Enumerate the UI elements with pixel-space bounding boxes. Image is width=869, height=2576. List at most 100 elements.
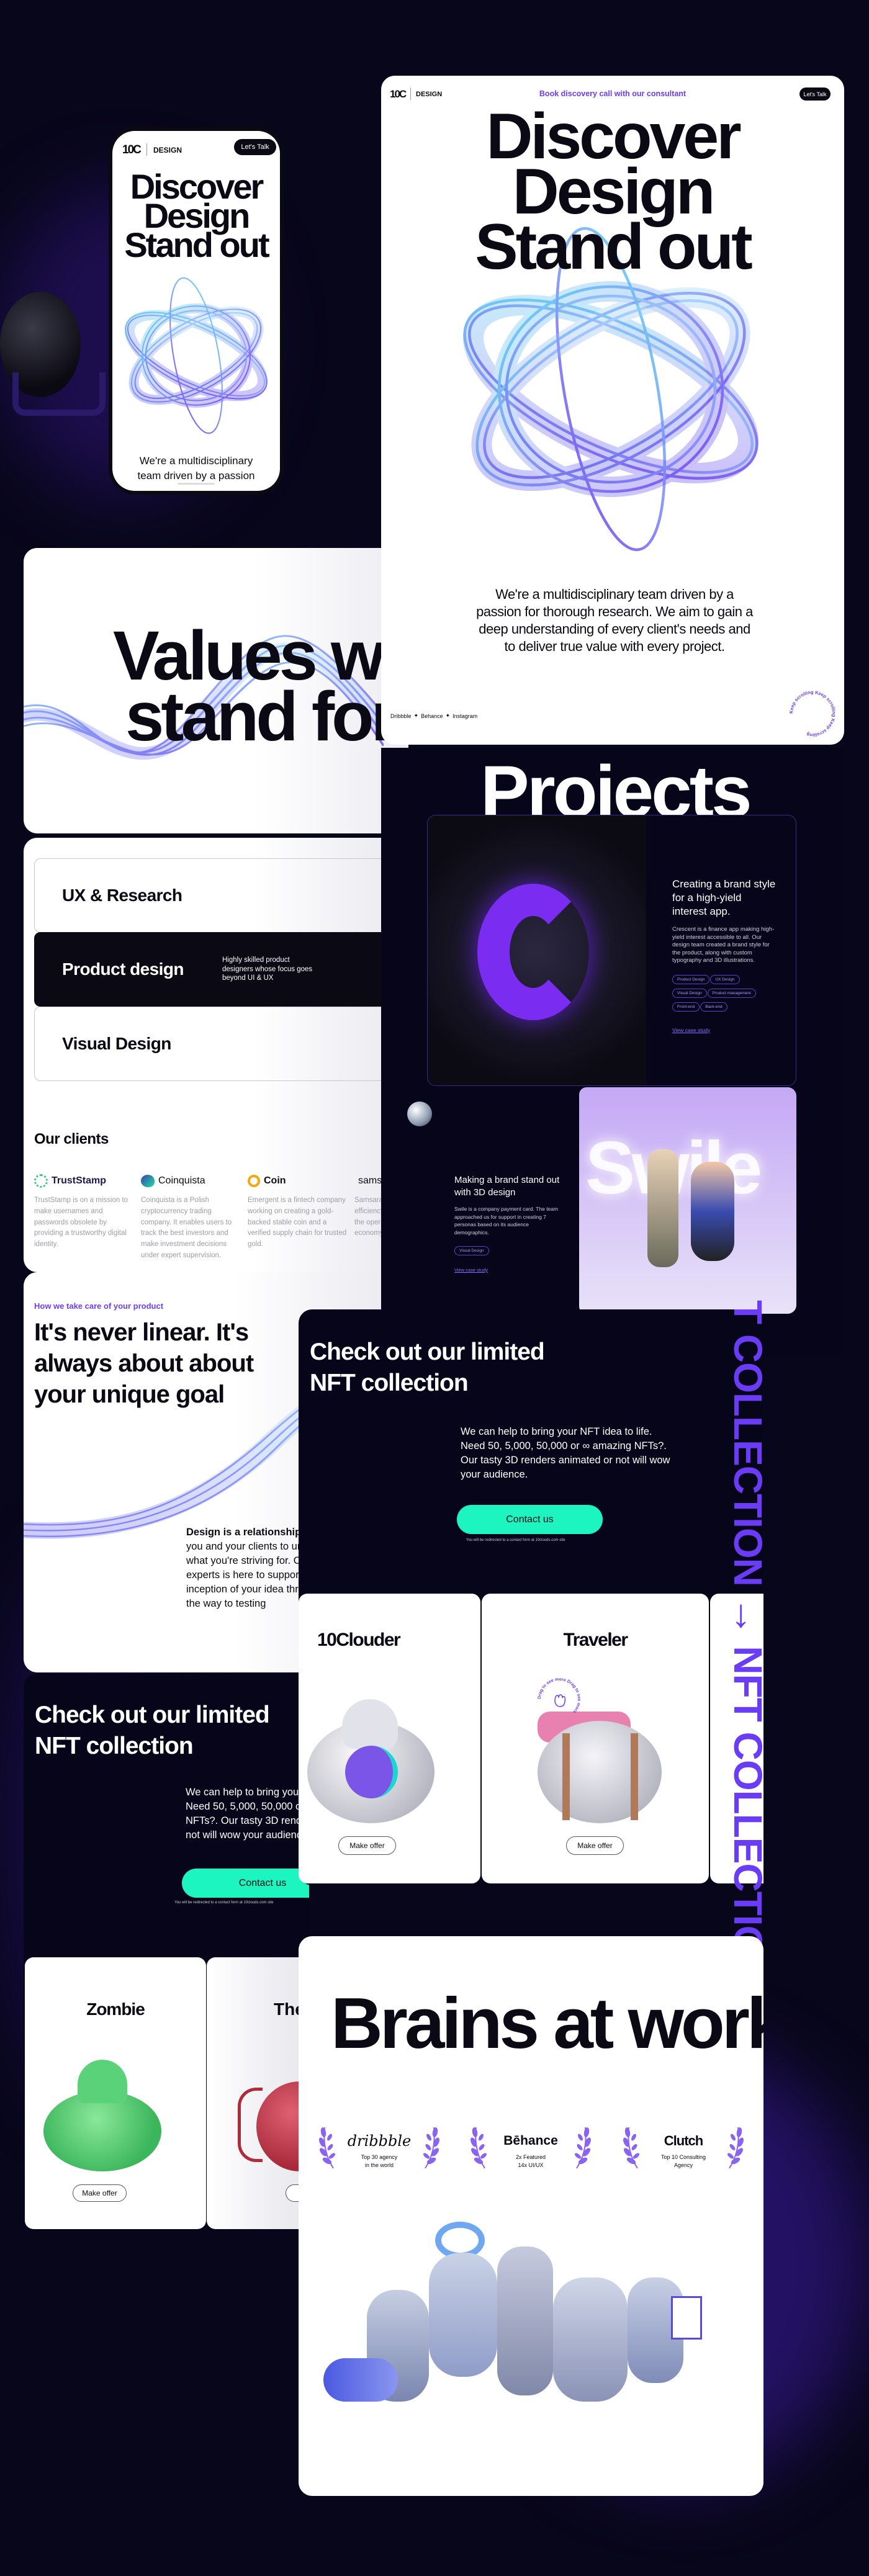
- hero-intro: We're a multidisciplinary team driven by…: [112, 454, 280, 483]
- nft-card-traveler[interactable]: Traveler Drag to see more Drag to see mo…: [482, 1594, 709, 1883]
- coinquista-logo-icon: [141, 1175, 155, 1187]
- book-discovery-call-link[interactable]: Book discovery call with our consultant: [381, 89, 844, 98]
- nft-body: We can help to bring your NFT idea to li…: [186, 1787, 309, 1841]
- nft-card-title: 10Clouder: [317, 1630, 401, 1650]
- hero-intro: We're a multidisciplinary team driven by…: [476, 586, 753, 654]
- contact-us-button[interactable]: Contact us: [182, 1869, 309, 1898]
- brand-label: DESIGN: [153, 146, 182, 155]
- nft-body: We can help to bring your NFT idea to li…: [461, 1426, 670, 1480]
- service-label: UX & Research: [62, 886, 182, 905]
- traveler-strap: [562, 1733, 570, 1820]
- truststamp-logo-icon: [34, 1174, 48, 1188]
- nft-card-zombie[interactable]: Zombie Make offer: [25, 1957, 206, 2229]
- easel-prop: [671, 2296, 702, 2340]
- project-description: Swile is a company payment card. The tea…: [454, 1206, 559, 1236]
- hero-headline: Discover Design Stand out: [112, 169, 280, 264]
- laurel-right-icon: [727, 2126, 745, 2170]
- project-tag: UX Design: [710, 974, 740, 984]
- headline-line: Stand out: [475, 211, 752, 283]
- service-label: Product design: [62, 959, 184, 979]
- nft-card-10clouder[interactable]: 10Clouder Make offer: [299, 1594, 480, 1883]
- nft-collection-marquee: T COLLECTION → NFT COLLECTION: [727, 1300, 763, 1958]
- make-offer-button[interactable]: Make offer: [338, 1836, 396, 1855]
- brains-section: Brains at work: [299, 1936, 763, 2496]
- values-headline: Values we stand for: [113, 621, 408, 755]
- project-tag: Back-end: [700, 1002, 727, 1012]
- service-item-ux-research[interactable]: UX & Research: [34, 858, 419, 933]
- client-description: Emergent is a fintech company working on…: [248, 1196, 347, 1249]
- crescent-c-logo: [477, 884, 589, 1020]
- nft-headline: Check out our limited NFT collection: [35, 1702, 270, 1759]
- coin-logo-icon: [248, 1175, 260, 1187]
- instagram-link[interactable]: Instagram: [453, 713, 477, 719]
- view-case-study-link[interactable]: View case study: [454, 1267, 560, 1273]
- character: [553, 2278, 628, 2402]
- 10clouder-head: [342, 1699, 398, 1749]
- character: [497, 2246, 553, 2395]
- client-description: Coinquista is a Polish cryptocurrency tr…: [141, 1196, 232, 1260]
- project-tag: Visual Design: [454, 1246, 489, 1255]
- lets-talk-button[interactable]: Let's Talk: [234, 139, 276, 155]
- project-card-crescent[interactable]: Creating a brand style for a high-yield …: [427, 815, 796, 1086]
- cannon-prop: [323, 2358, 398, 2402]
- project-tag: Product Design: [672, 974, 710, 984]
- drag-to-see-more-cursor[interactable]: Drag to see more Drag to see more: [534, 1674, 584, 1724]
- behance-link[interactable]: Behance: [421, 713, 443, 719]
- client-description: TrustStamp is on a mission to make usern…: [34, 1196, 128, 1249]
- swile-project-image: Swile: [579, 1087, 796, 1314]
- intro-line: team driven by a passion: [137, 470, 255, 482]
- laurel-right-icon: [574, 2126, 593, 2170]
- lets-talk-button[interactable]: Let's Talk: [799, 88, 831, 101]
- persona-figure: [647, 1149, 678, 1267]
- client-name: TrustStamp: [52, 1175, 107, 1186]
- laurel-left-icon: [621, 2126, 640, 2170]
- headline-line: stand for: [125, 678, 398, 755]
- project-title: Creating a brand style for a high-yield …: [672, 878, 776, 917]
- team-illustration: [299, 2209, 763, 2495]
- service-item-product-design[interactable]: Product design Highly skilled product de…: [34, 932, 419, 1007]
- redirect-note: You will be redirected to a contact form…: [174, 1901, 274, 1905]
- desktop-hero-section: 10C DESIGN Book discovery call with our …: [381, 76, 844, 745]
- brains-headline: Brains at work: [331, 1983, 763, 2063]
- service-description: Highly skilled product designers whose f…: [222, 956, 313, 982]
- traveler-strap: [631, 1733, 638, 1820]
- client-truststamp: TrustStamp TrustStamp is on a mission to…: [34, 1173, 137, 1250]
- persona-figure: [691, 1162, 734, 1261]
- make-offer-button[interactable]: Make offer: [566, 1836, 624, 1855]
- nft-card-the[interactable]: The: [207, 1957, 309, 2229]
- project-card-swile[interactable]: Making a brand stand out with 3D design …: [427, 1087, 796, 1314]
- decorative-bulb: [407, 1102, 432, 1126]
- crescent-project-image: [428, 815, 646, 1085]
- make-offer-button[interactable]: Make offer: [73, 2184, 127, 2202]
- headline-line: Stand out: [124, 225, 269, 264]
- view-case-study-link[interactable]: View case study: [672, 1027, 778, 1033]
- nft-card-title: Traveler: [563, 1630, 628, 1650]
- award-clutch: Clutch Top 10 Consulting Agency: [615, 2129, 752, 2169]
- traveler-character: [538, 1721, 662, 1823]
- service-item-visual-design[interactable]: Visual Design: [34, 1007, 419, 1081]
- intro-line: We're a multidisciplinary: [139, 455, 253, 467]
- client-coinquista: Coinquista Coinquista is a Polish crypto…: [141, 1173, 243, 1262]
- laurel-left-icon: [317, 2126, 336, 2170]
- project-tags: Product Design UX Design Visual Design Pro…: [672, 972, 778, 1013]
- hand-grab-icon: [554, 1694, 566, 1707]
- client-coin: Coin Emergent is a fintech company worki…: [248, 1173, 350, 1250]
- contact-us-button[interactable]: Contact us: [457, 1505, 603, 1534]
- zombie-head: [78, 2060, 127, 2103]
- award-behance: Bēhance 2x Featured 14x UI/UX: [462, 2129, 599, 2169]
- project-text: Creating a brand style for a high-yield …: [672, 877, 778, 1033]
- keep-scrolling-text: Keep scrolling Keep scrolling Keep scrol…: [788, 689, 837, 738]
- project-title: Making a brand stand out with 3D design: [454, 1175, 560, 1198]
- keep-scrolling-badge[interactable]: Keep scrolling Keep scrolling Keep scrol…: [788, 689, 837, 738]
- home-indicator: [178, 483, 215, 485]
- project-tag: Front-end: [672, 1002, 700, 1012]
- process-body-bold: Design is a relationship.: [186, 1527, 304, 1538]
- character: [429, 2253, 497, 2377]
- redirect-note: You will be redirected to a contact form…: [466, 1538, 565, 1542]
- dribbble-link[interactable]: Dribbble: [390, 713, 412, 719]
- devil-tail: [238, 2088, 263, 2162]
- logo: 10C: [122, 143, 142, 156]
- marquee-text: T COLLECTION → NFT COLLECTION: [727, 1300, 763, 1958]
- project-tag: Product management: [707, 988, 756, 998]
- separator-icon: ✦: [445, 712, 451, 719]
